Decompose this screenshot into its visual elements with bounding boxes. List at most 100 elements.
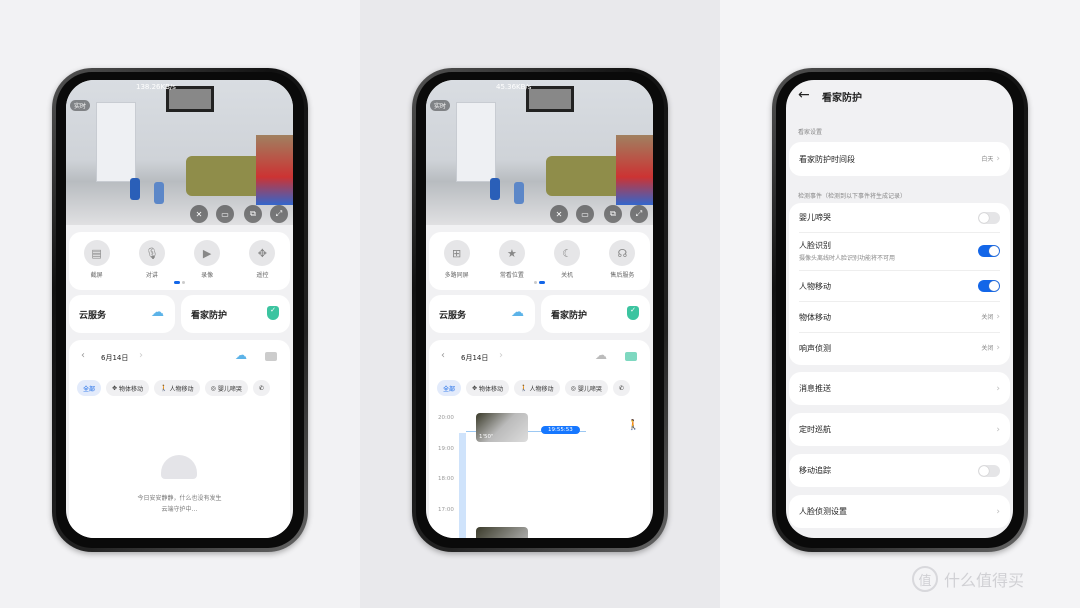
next-day-icon[interactable]: › [499,350,503,361]
row-label: 消息推送 [799,384,831,393]
row-label: 人物移动 [799,281,831,291]
chip-all[interactable]: 全部 [77,380,102,396]
controls-row: ⊞ 多路同屏 ★ 常看位置 ☾ 关机 ☊ 售后服务 [429,240,650,279]
home-guard-card[interactable]: 看家防护 ✓ [181,295,290,333]
cloud-icon: ☁ [511,305,524,320]
event-thumbnail[interactable]: 1'50" [476,413,528,442]
chevron-right-icon: › [996,154,1000,164]
face-recognition-toggle[interactable] [978,245,1000,257]
back-arrow-icon[interactable]: ← [798,87,810,103]
chip-label: 人物移动 [529,385,554,393]
chevron-right-icon: › [996,343,1000,353]
chip-baby-cry[interactable]: ◎ 婴儿啼哭 [564,380,608,396]
control-label: 售后服务 [610,272,635,279]
row-value: 关闭 [981,345,994,352]
row-push[interactable]: 消息推送 › [789,372,1010,405]
chip-call[interactable]: ✆ [252,380,270,396]
fullscreen-icon[interactable]: ⤢ [630,205,648,223]
row-object-motion[interactable]: 物体移动 关闭 › [789,302,1010,332]
control-label: 截屏 [90,272,103,279]
chip-all[interactable]: 全部 [437,380,462,396]
row-sublabel: 摄像头离线时人脸识别功能将不可用 [799,255,896,262]
home-guard-card[interactable]: 看家防护 ✓ [541,295,650,333]
sd-card-icon[interactable] [625,352,637,361]
control-power-off[interactable]: ☾ 关机 [542,240,592,279]
pip-icon[interactable]: ⧉ [604,205,622,223]
empty-message: 今日安安静静，什么也没有发生 [137,495,222,502]
shield-icon: ✓ [627,306,639,320]
walk-icon: 🚶 [160,384,168,392]
page-indicator [533,281,546,284]
control-label: 多路同屏 [444,272,469,279]
event-thumbnail[interactable] [476,527,528,538]
push-card[interactable]: 消息推送 › [789,372,1010,405]
fullscreen-icon[interactable]: ⤢ [270,205,288,223]
row-face-settings[interactable]: 人脸侦测设置 › [789,495,1010,528]
control-talk[interactable]: 🎙 对讲 [127,240,177,279]
person-motion-toggle[interactable] [978,280,1000,292]
cruise-card[interactable]: 定时巡航 › [789,413,1010,446]
recording-bar[interactable] [459,433,466,538]
hd-icon[interactable]: ▭ [576,205,594,223]
camera-feed[interactable]: 45.36KB/s 实时 ✕ ▭ ⧉ ⤢ [426,80,653,225]
cloud-service-card[interactable]: 云服务 ☁ [429,295,535,333]
hd-icon[interactable]: ▭ [216,205,234,223]
water-bottle [130,178,140,200]
sofa [546,156,626,196]
chip-person-motion[interactable]: 🚶 人物移动 [154,380,200,396]
page-dot [534,281,537,284]
date-label[interactable]: 6月14日 [101,353,128,363]
screenshot-icon: ▤ [83,240,110,266]
chip-person-motion[interactable]: 🚶 人物移动 [514,380,560,396]
row-label: 移动追踪 [799,466,831,475]
chip-call[interactable]: ✆ [612,380,630,396]
control-support[interactable]: ☊ 售后服务 [597,240,647,279]
face-settings-card[interactable]: 人脸侦测设置 › [789,495,1010,528]
cloud-storage-icon[interactable]: ☁ [595,348,607,362]
home-guard-label: 看家防护 [551,311,588,321]
period-row[interactable]: 看家防护时间段 白天 › [789,142,1010,176]
cloud-storage-icon[interactable]: ☁ [235,348,247,362]
page-dot [182,281,185,284]
pip-icon[interactable]: ⧉ [244,205,262,223]
baby-cry-toggle[interactable] [978,211,1000,224]
row-sound-detection[interactable]: 响声侦测 关闭 › [789,333,1010,363]
control-multi-view[interactable]: ⊞ 多路同屏 [432,240,482,279]
cloud-service-card[interactable]: 云服务 ☁ [69,295,175,333]
control-screenshot[interactable]: ▤ 截屏 [72,240,122,279]
control-favorite-position[interactable]: ★ 常看位置 [487,240,537,279]
tracking-toggle[interactable] [978,464,1000,477]
clutter [256,135,293,205]
moon-icon: ☾ [554,240,581,266]
period-card[interactable]: 看家防护时间段 白天 › [789,142,1010,176]
chip-baby-cry[interactable]: ◎ 婴儿啼哭 [204,380,248,396]
watermark-logo: 值 [912,566,938,592]
phone-screen: 45.36KB/s 实时 ✕ ▭ ⧉ ⤢ ⊞ 多路同屏 ★ 常看位置 ☾ 关机 ☊ 售后… [426,80,653,538]
chip-object-motion[interactable]: ✥ 物体移动 [106,380,150,396]
events-card: ‹ 6月14日 › ☁ 全部 ✥ 物体移动 🚶 人物移动 ◎ 婴儿啼哭 ✆ 20:00… [429,340,650,538]
row-cruise[interactable]: 定时巡航 › [789,413,1010,446]
control-record[interactable]: ▶ 录像 [182,240,232,279]
control-label: 对讲 [145,272,158,279]
cloud-icon: ☁ [151,305,164,320]
chip-object-motion[interactable]: ✥ 物体移动 [466,380,510,396]
date-label[interactable]: 6月14日 [461,353,488,363]
camera-feed[interactable]: 138.26KB/s 实时 ✕ ▭ ⧉ ⤢ [66,80,293,225]
mute-icon[interactable]: ✕ [190,205,208,223]
fridge [456,102,496,182]
mute-icon[interactable]: ✕ [550,205,568,223]
sound-icon: ◎ [210,384,216,392]
prev-day-icon[interactable]: ‹ [81,350,85,361]
prev-day-icon[interactable]: ‹ [441,350,445,361]
row-label: 婴儿啼哭 [799,213,831,222]
sd-card-icon[interactable] [265,352,277,361]
chip-label: 婴儿啼哭 [577,385,602,393]
timeline-tick: 20:00 [438,415,454,421]
row-face-recognition: 人脸识别 摄像头离线时人脸识别功能将不可用 [789,233,1010,269]
next-day-icon[interactable]: › [139,350,143,361]
sound-icon: ◎ [570,384,576,392]
controls-card: ▤ 截屏 🎙 对讲 ▶ 录像 ✥ 遥控 [69,232,290,290]
control-remote[interactable]: ✥ 遥控 [237,240,287,279]
sofa [186,156,266,196]
live-badge: 实时 [430,100,451,111]
